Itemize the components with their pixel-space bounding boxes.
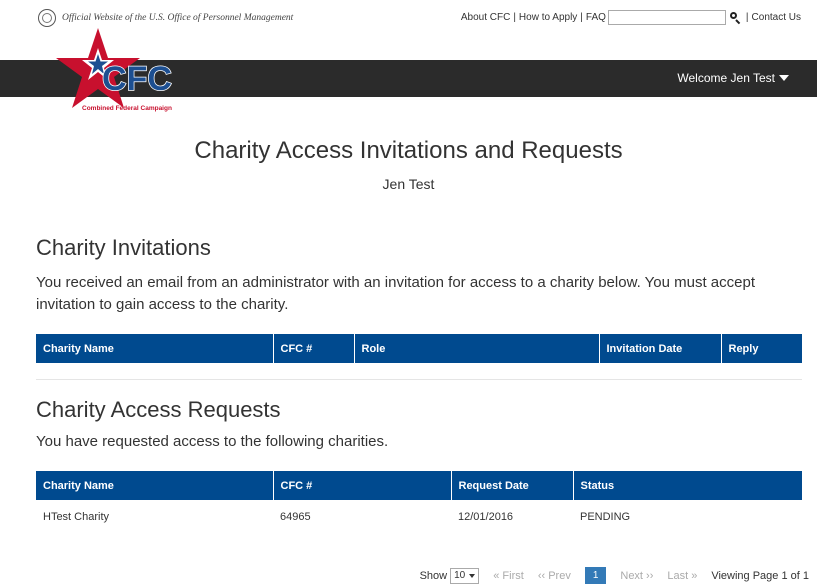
invitations-description: You received an email from an administra… (36, 274, 755, 313)
caret-down-icon (779, 75, 789, 81)
prev-page-link[interactable]: ‹‹ Prev (538, 570, 571, 582)
table-header-row: Charity Name CFC # Request Date Status (36, 471, 802, 500)
chevron-down-icon (469, 573, 476, 578)
col-invitation-date[interactable]: Invitation Date (599, 334, 722, 363)
col-cfc-number[interactable]: CFC # (273, 471, 452, 500)
logo-wordmark: CFC (102, 60, 172, 98)
col-charity-name[interactable]: Charity Name (36, 334, 274, 363)
col-charity-name[interactable]: Charity Name (36, 471, 274, 500)
first-page-link[interactable]: « First (493, 570, 524, 582)
col-status[interactable]: Status (573, 471, 802, 500)
pagination: Show 10 « First ‹‹ Prev 1 Next ›› Last »… (420, 567, 809, 584)
cell-charity-name: HTest Charity (43, 511, 110, 523)
requests-table: Charity Name CFC # Request Date Status H… (36, 471, 802, 534)
page-title: Charity Access Invitations and Requests (194, 137, 623, 164)
requests-description: You have requested access to the followi… (36, 433, 389, 450)
next-page-link[interactable]: Next ›› (620, 570, 653, 582)
search-icon[interactable] (729, 12, 741, 25)
opm-seal-icon (38, 9, 56, 27)
cell-request-date: 12/01/2016 (458, 511, 514, 523)
how-to-apply-link[interactable]: How to Apply (519, 12, 577, 23)
welcome-text: Welcome Jen Test (677, 71, 775, 85)
user-menu[interactable]: Welcome Jen Test (677, 71, 789, 85)
logo-caption: Combined Federal Campaign (82, 105, 172, 112)
faq-link[interactable]: FAQ (586, 12, 606, 23)
col-reply[interactable]: Reply (721, 334, 802, 363)
show-label: Show (419, 569, 448, 582)
col-role[interactable]: Role (354, 334, 600, 363)
opm-banner-text: Official Website of the U.S. Office of P… (62, 13, 294, 23)
section-divider (36, 379, 802, 380)
viewing-page-status: Viewing Page 1 of 1 (711, 569, 809, 582)
cell-cfc-number: 64965 (280, 511, 311, 523)
col-request-date[interactable]: Request Date (451, 471, 574, 500)
requests-heading: Charity Access Requests (36, 397, 281, 422)
col-cfc-number[interactable]: CFC # (273, 334, 355, 363)
contact-us-link[interactable]: Contact Us (752, 12, 801, 23)
page-size-select[interactable]: 10 (450, 567, 480, 584)
current-page-button[interactable]: 1 (584, 567, 607, 584)
table-row[interactable]: HTest Charity 64965 12/01/2016 PENDING (36, 500, 802, 534)
search-input[interactable] (607, 10, 726, 25)
invitations-heading: Charity Invitations (36, 235, 211, 260)
last-page-link[interactable]: Last » (667, 570, 697, 582)
table-header-row: Charity Name CFC # Role Invitation Date … (36, 334, 802, 363)
cell-status: PENDING (580, 511, 631, 523)
about-cfc-link[interactable]: About CFC (461, 12, 510, 23)
invitations-table: Charity Name CFC # Role Invitation Date … (36, 334, 802, 363)
page-subtitle: Jen Test (382, 176, 435, 192)
utility-links: About CFC | How to Apply | FAQ | Contact… (460, 10, 801, 25)
opm-banner: Official Website of the U.S. Office of P… (38, 9, 293, 27)
